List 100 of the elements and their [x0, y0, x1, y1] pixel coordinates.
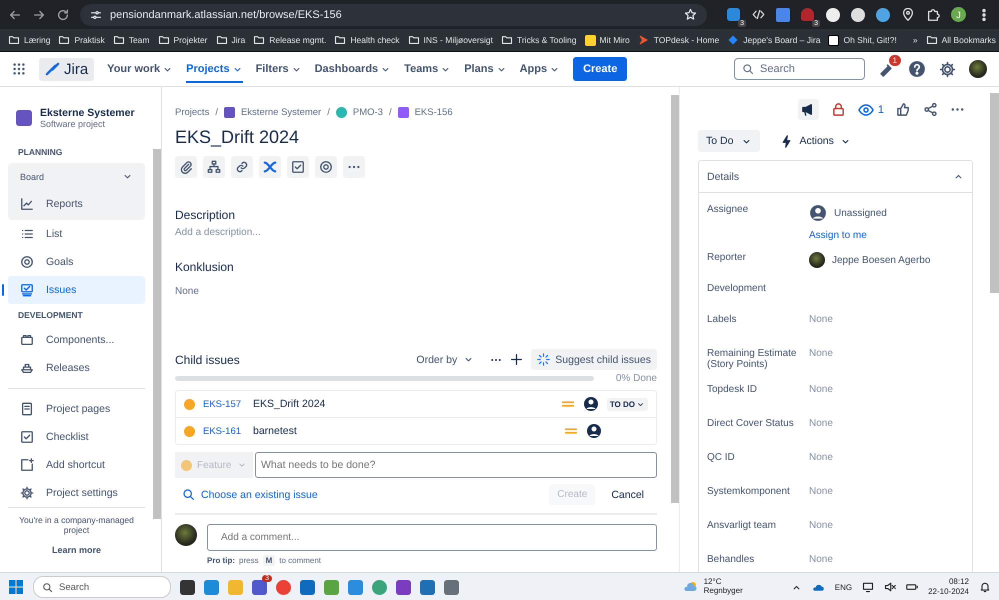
taskbar-app-icon[interactable] [396, 580, 411, 594]
user-avatar[interactable] [969, 60, 987, 78]
target-icon [20, 255, 34, 269]
scrollbar[interactable] [153, 149, 161, 519]
battery-icon[interactable] [906, 581, 918, 593]
location-pin-icon[interactable] [901, 8, 915, 22]
child-issue-row[interactable]: EKS-161 barnetest [176, 417, 656, 444]
status-dropdown[interactable]: To Do [698, 130, 760, 152]
bookmark[interactable]: Team [112, 34, 150, 46]
field-value[interactable]: Unassigned [834, 208, 887, 218]
reload-icon[interactable] [56, 8, 70, 22]
order-by-dropdown[interactable]: Order by [416, 354, 474, 366]
start-icon[interactable] [8, 579, 24, 595]
bookmark[interactable]: All Bookmarks [926, 34, 996, 46]
taskbar-app-icon[interactable] [180, 580, 195, 594]
cancel-button[interactable]: Cancel [605, 488, 650, 502]
toolbar-button[interactable] [343, 156, 365, 178]
bookmark[interactable]: Læring [8, 34, 50, 46]
jira-logo[interactable]: Jira [39, 58, 94, 80]
nav-menu[interactable]: Filters [256, 55, 302, 83]
sidebar-item[interactable]: Project pages [8, 395, 145, 423]
address-bar[interactable]: pensiondanmark.atlassian.net/browse/EKS-156 [80, 4, 707, 26]
toolbar-button[interactable] [175, 156, 197, 178]
details-header[interactable]: Details [699, 161, 972, 193]
bookmark[interactable]: Oh Shit, Git!?! [828, 34, 897, 46]
toolbar-button[interactable] [287, 156, 309, 178]
toolbar-button[interactable] [203, 156, 225, 178]
learn-more-link[interactable]: Learn more [8, 545, 145, 555]
network-icon[interactable] [862, 581, 874, 593]
watch-button[interactable]: 1 [858, 102, 884, 118]
breadcrumb-link[interactable]: Projects [175, 107, 210, 118]
nav-menu[interactable]: Plans [464, 55, 507, 83]
bookmark[interactable]: Health check [334, 34, 400, 46]
search-field[interactable]: Search [734, 58, 865, 80]
issue-key-link[interactable]: EKS-161 [203, 426, 245, 436]
suggest-button[interactable]: Suggest child issues [531, 349, 657, 370]
sidebar-item[interactable]: Goals [8, 248, 145, 276]
issue-title[interactable]: EKS_Drift 2024 [175, 127, 657, 148]
language-indicator[interactable]: ENG [834, 582, 852, 592]
lock-icon[interactable] [830, 102, 846, 117]
create-button[interactable]: Create [573, 57, 628, 81]
toolbar-button[interactable] [231, 156, 253, 178]
breadcrumb-link[interactable]: EKS-156 [414, 107, 453, 118]
nav-menu[interactable]: Teams [404, 55, 452, 83]
speaker-muted-icon[interactable] [884, 581, 896, 593]
bookmark[interactable]: Jira [216, 34, 246, 46]
settings-icon[interactable] [939, 60, 956, 78]
bookmark[interactable]: INS - Miljøoversigt [408, 34, 493, 46]
scrollbar[interactable] [990, 93, 999, 293]
extension-icon[interactable] [876, 8, 890, 22]
extension-icon[interactable] [826, 8, 840, 22]
toolbar-button[interactable] [259, 156, 281, 178]
nav-menu[interactable]: Your work [107, 55, 174, 83]
bookmark[interactable]: Projekter [158, 34, 208, 46]
sidebar-item[interactable]: Components... [8, 326, 145, 354]
choose-issue-link[interactable]: Choose an existing issue [182, 488, 540, 501]
puzzle-icon[interactable] [926, 8, 940, 22]
bookmark[interactable]: TOPdesk - Home [638, 34, 720, 46]
toolbar-button[interactable] [315, 156, 337, 178]
bookmark-star-icon[interactable] [684, 8, 697, 21]
actions-button[interactable]: Actions [774, 130, 857, 152]
sidebar-item[interactable]: Project settings [8, 479, 145, 507]
assign-link[interactable]: Assign to me [809, 230, 964, 241]
more-bookmarks[interactable]: » [912, 35, 918, 45]
extension-icon[interactable] [851, 8, 865, 22]
bookmark[interactable]: Tricks & Tooling [500, 34, 576, 46]
feedback-button[interactable] [798, 99, 819, 120]
sidebar-item[interactable]: Reports [8, 190, 137, 218]
issue-key-link[interactable]: EKS-157 [203, 398, 245, 410]
notification-bell-icon[interactable] [979, 581, 991, 593]
scrollbar[interactable] [671, 95, 679, 503]
bookmark[interactable]: Praktisk [58, 34, 105, 46]
app-switcher-icon[interactable] [12, 62, 26, 76]
taskbar-app-icon[interactable] [300, 580, 315, 594]
new-issue-input[interactable]: What needs to be done? [255, 452, 657, 478]
sidebar-group[interactable]: Board [8, 163, 145, 190]
clock[interactable]: 08:12 22-10-2024 [928, 576, 969, 598]
bookmark[interactable]: Mit Miro [584, 34, 630, 46]
nav-menu[interactable]: Projects [186, 55, 243, 83]
taskbar-app-icon[interactable] [252, 580, 267, 594]
taskbar-search[interactable]: Search [33, 576, 171, 598]
breadcrumb-link[interactable]: Eksterne Systemer [240, 107, 322, 118]
add-icon[interactable] [510, 353, 524, 366]
breadcrumb-link[interactable]: PMO-3 [352, 107, 383, 118]
nav-menu[interactable]: Dashboards [314, 55, 392, 83]
child-issue-row[interactable]: EKS-157 EKS_Drift 2024 TO DO [176, 391, 656, 417]
status-dropdown[interactable]: TO DO [606, 398, 648, 410]
bookmark[interactable]: Jeppe's Board – Jira [727, 34, 820, 46]
sidebar-item[interactable]: Checklist [8, 423, 145, 451]
sidebar-item[interactable]: Add shortcut [8, 451, 145, 479]
bookmark[interactable]: Release mgmt. [253, 34, 326, 46]
sidebar-item[interactable]: List [8, 220, 145, 248]
share-icon[interactable] [923, 102, 938, 117]
code-icon[interactable] [752, 8, 765, 21]
field-value[interactable]: Jeppe Boesen Agerbo [832, 254, 930, 266]
comment-field[interactable]: Add a comment... [207, 524, 657, 551]
thumbs-up-icon[interactable] [896, 102, 911, 117]
help-icon[interactable] [908, 60, 926, 78]
nav-menu[interactable]: Apps [520, 55, 560, 83]
sidebar-item[interactable]: Releases [8, 354, 145, 382]
